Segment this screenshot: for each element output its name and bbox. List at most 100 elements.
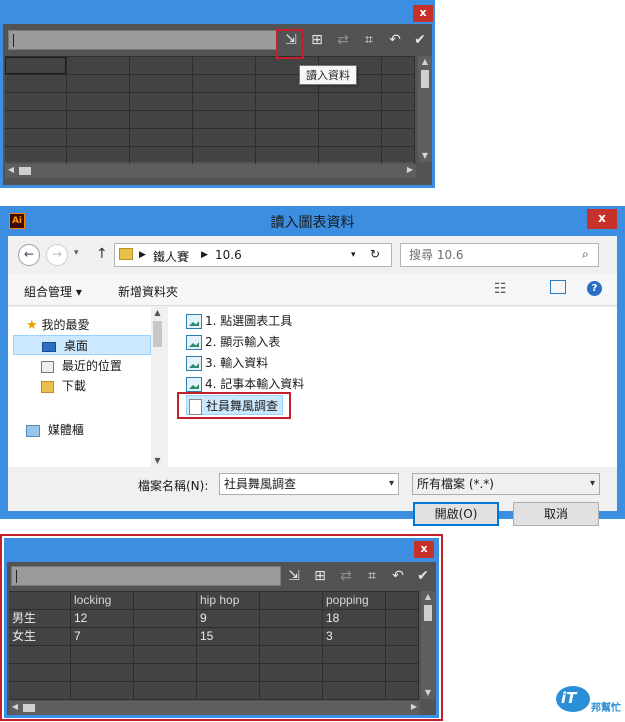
preview-pane-icon[interactable] <box>550 280 566 294</box>
grid-cell[interactable] <box>193 75 256 93</box>
switch-xy-icon[interactable]: ⇄ <box>334 31 352 49</box>
grid-cell[interactable]: 3 <box>323 628 386 646</box>
grid-cell[interactable]: 15 <box>197 628 260 646</box>
grid-cell[interactable] <box>9 664 71 682</box>
grid-cell[interactable] <box>130 111 193 129</box>
grid-cell[interactable]: 女生 <box>9 628 71 646</box>
nav-favorites[interactable]: ★ 我的最愛 <box>8 315 164 335</box>
filename-field[interactable]: 社員舞風調查 ▾ <box>219 473 399 495</box>
dialog-close-button[interactable]: x <box>587 209 617 229</box>
nav-downloads[interactable]: 下載 <box>8 376 164 396</box>
header-cell[interactable] <box>67 57 130 75</box>
grid-cell[interactable] <box>71 682 134 700</box>
apply-icon[interactable]: ✔ <box>411 31 429 49</box>
forward-button[interactable]: → <box>46 244 68 266</box>
header-cell[interactable] <box>134 592 197 610</box>
grid-cell[interactable] <box>134 610 197 628</box>
grid-cell[interactable] <box>9 682 71 700</box>
nav-libraries[interactable]: 媒體櫃 <box>8 420 164 440</box>
nav-recent[interactable]: 最近的位置 <box>8 356 164 376</box>
file-item[interactable]: 4. 記事本輸入資料 <box>186 374 304 394</box>
grid-cell[interactable] <box>323 664 386 682</box>
transpose-icon[interactable]: ⊞ <box>311 567 329 585</box>
grid-cell[interactable] <box>5 147 67 165</box>
grid-cell[interactable] <box>260 646 323 664</box>
grid-cell[interactable] <box>386 664 419 682</box>
revert-icon[interactable]: ↶ <box>389 567 407 585</box>
grid-cell[interactable] <box>319 111 382 129</box>
grid-cell[interactable]: 18 <box>323 610 386 628</box>
grid-cell[interactable] <box>5 111 67 129</box>
cell-value-input[interactable] <box>8 30 278 50</box>
grid-cell[interactable]: 7 <box>71 628 134 646</box>
header-cell[interactable] <box>9 592 71 610</box>
grid-cell[interactable] <box>134 628 197 646</box>
grid-cell[interactable] <box>134 646 197 664</box>
grid-cell[interactable] <box>256 147 319 165</box>
close-button[interactable]: x <box>413 5 433 22</box>
view-options-icon[interactable]: ☷ <box>494 281 507 297</box>
grid-cell[interactable] <box>386 628 419 646</box>
transpose-icon[interactable]: ⊞ <box>308 31 326 49</box>
import-data-icon[interactable]: ⇲ <box>285 567 303 585</box>
cell-value-input[interactable] <box>11 566 281 586</box>
grid-cell[interactable] <box>130 75 193 93</box>
grid-cell[interactable] <box>67 147 130 165</box>
organize-menu[interactable]: 組合管理 ▾ <box>24 283 82 300</box>
grid-cell[interactable] <box>67 93 130 111</box>
header-cell[interactable] <box>382 57 415 75</box>
grid-cell[interactable] <box>260 628 323 646</box>
grid-cell[interactable] <box>260 682 323 700</box>
grid-cell[interactable] <box>9 646 71 664</box>
grid-cell[interactable] <box>67 111 130 129</box>
chevron-down-icon[interactable]: ▾ <box>590 474 595 494</box>
grid-cell[interactable] <box>193 93 256 111</box>
address-bar[interactable]: ▶ 鐵人賽 ▶ 10.6 ▾ ↻ <box>114 243 392 267</box>
grid-cell[interactable] <box>319 93 382 111</box>
grid-cell[interactable] <box>323 682 386 700</box>
grid-cell[interactable] <box>134 664 197 682</box>
grid-cell[interactable] <box>193 129 256 147</box>
grid-cell[interactable] <box>382 111 415 129</box>
grid-cell[interactable] <box>197 664 260 682</box>
grid-cell[interactable] <box>193 111 256 129</box>
grid-cell[interactable] <box>5 129 67 147</box>
grid-cell[interactable] <box>71 646 134 664</box>
cancel-button[interactable]: 取消 <box>513 502 599 526</box>
selected-cell[interactable] <box>5 57 67 75</box>
grid-cell[interactable] <box>382 129 415 147</box>
grid-cell[interactable] <box>319 147 382 165</box>
revert-icon[interactable]: ↶ <box>386 31 404 49</box>
grid-cell[interactable] <box>5 75 67 93</box>
grid-cell[interactable] <box>256 93 319 111</box>
address-dropdown-icon[interactable]: ▾ <box>351 250 356 260</box>
grid-cell[interactable] <box>193 147 256 165</box>
open-button[interactable]: 開啟(O) <box>413 502 499 526</box>
search-icon[interactable]: ⌕ <box>582 247 589 262</box>
grid-cell[interactable] <box>386 646 419 664</box>
header-cell[interactable]: popping <box>323 592 386 610</box>
grid-cell[interactable] <box>5 93 67 111</box>
grid-cell[interactable] <box>67 129 130 147</box>
grid-cell[interactable]: 男生 <box>9 610 71 628</box>
nav-scrollbar[interactable]: ▲ ▼ <box>151 307 164 467</box>
nav-desktop[interactable]: 桌面 <box>13 335 151 355</box>
help-icon[interactable]: ? <box>587 281 602 296</box>
new-folder-button[interactable]: 新增資料夾 <box>118 283 178 300</box>
header-cell[interactable]: hip hop <box>197 592 260 610</box>
close-button[interactable]: x <box>414 541 434 558</box>
file-item[interactable]: 3. 輸入資料 <box>186 353 268 373</box>
grid-cell[interactable]: 12 <box>71 610 134 628</box>
header-cell[interactable] <box>386 592 419 610</box>
grid-cell[interactable] <box>256 129 319 147</box>
grid-cell[interactable] <box>134 682 197 700</box>
grid-cell[interactable] <box>260 664 323 682</box>
chevron-down-icon[interactable]: ▾ <box>389 474 394 494</box>
grid-cell[interactable] <box>67 75 130 93</box>
grid-cell[interactable] <box>382 75 415 93</box>
back-button[interactable]: ← <box>18 244 40 266</box>
vertical-scrollbar[interactable]: ▲ ▼ <box>418 56 432 162</box>
grid-cell[interactable] <box>130 129 193 147</box>
grid-cell[interactable] <box>130 93 193 111</box>
grid-cell[interactable]: 9 <box>197 610 260 628</box>
